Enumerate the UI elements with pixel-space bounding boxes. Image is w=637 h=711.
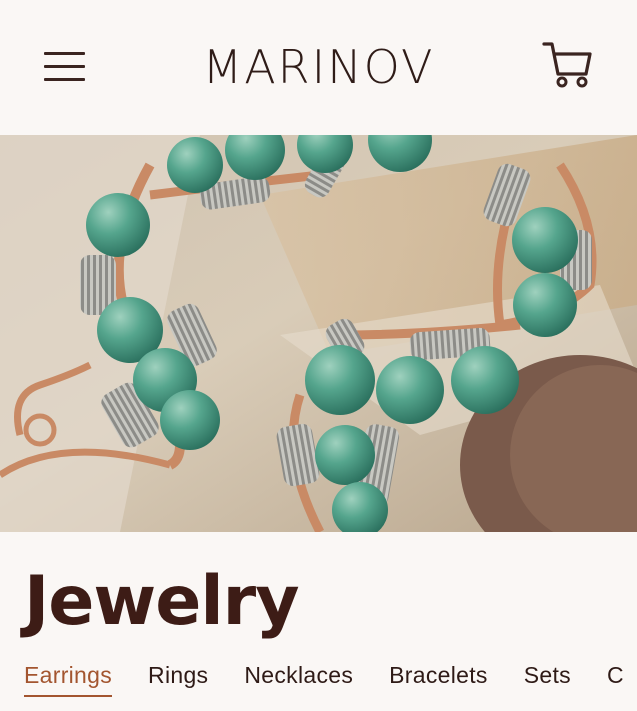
hero-image bbox=[0, 135, 637, 532]
brand-name: MARINOV bbox=[202, 40, 435, 94]
hero-jewelry-photo bbox=[0, 135, 637, 532]
tab-overflow[interactable]: C bbox=[607, 660, 624, 697]
tab-rings[interactable]: Rings bbox=[148, 660, 208, 697]
cart-button[interactable] bbox=[540, 40, 596, 92]
site-header: MARINOV bbox=[0, 0, 637, 135]
tab-necklaces[interactable]: Necklaces bbox=[244, 660, 353, 697]
tab-sets[interactable]: Sets bbox=[524, 660, 571, 697]
tab-earrings[interactable]: Earrings bbox=[24, 660, 113, 697]
shopping-cart-icon bbox=[542, 42, 592, 88]
tab-bracelets[interactable]: Bracelets bbox=[389, 660, 488, 697]
page-title: Jewelry bbox=[24, 562, 300, 641]
page: MARINOV Jewelry Earrings Rings Necklaces… bbox=[0, 0, 637, 711]
category-tabs: Earrings Rings Necklaces Bracelets Sets … bbox=[24, 660, 637, 697]
